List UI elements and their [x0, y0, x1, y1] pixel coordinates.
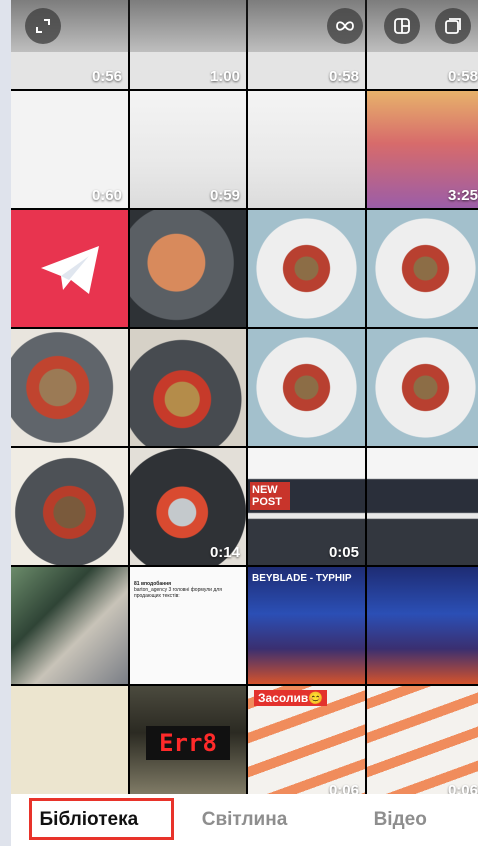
photo-fish-plate-2[interactable]: [367, 210, 478, 327]
tab-photo-label: Світлина: [201, 809, 288, 830]
multi-select-icon: [445, 18, 461, 34]
top-controls-bar: [11, 0, 478, 52]
photo-telegram[interactable]: [11, 210, 128, 327]
video-duration: 0:58: [328, 68, 359, 85]
video-homescreen[interactable]: 3:25: [367, 91, 478, 208]
telegram-icon: [41, 246, 99, 294]
video-duration: 0:14: [209, 544, 240, 561]
video-duration: 3:25: [447, 187, 478, 204]
tab-video[interactable]: Відео: [322, 794, 478, 846]
video-fish-raw[interactable]: 0:14: [130, 448, 246, 565]
media-grid: 0:56 1:00 0:58 0:58 0:60 0:59 3:25 0:14 NEW POST…: [11, 0, 478, 803]
photo-fish-tray[interactable]: [130, 329, 246, 446]
photo-fish-plate-3[interactable]: [248, 329, 365, 446]
photo-err-display[interactable]: Err8: [130, 686, 246, 803]
video-duration: 0:58: [447, 68, 478, 85]
layout-icon: [394, 18, 410, 34]
tab-library[interactable]: Бібліотека: [11, 794, 167, 846]
photo-salmon-raw[interactable]: [130, 210, 246, 327]
video-duration: 0:05: [328, 544, 359, 561]
collapse-icon: [36, 19, 50, 33]
video-duration: 0:56: [91, 68, 122, 85]
new-post-label: NEW POST: [250, 482, 290, 510]
photo-instagram-grid-2[interactable]: [367, 448, 478, 565]
photo-meme[interactable]: [11, 686, 128, 803]
video-room-1[interactable]: 0:59: [130, 91, 246, 208]
infinity-icon: [336, 21, 354, 31]
tab-video-label: Відео: [373, 809, 427, 830]
video-duration: 1:00: [209, 68, 240, 85]
photo-plate-veg[interactable]: [11, 329, 128, 446]
tab-photo[interactable]: Світлина: [167, 794, 323, 846]
video-duration: 0:60: [91, 187, 122, 204]
photo-beyblade-1[interactable]: BEYBLADE - ТУРНІР: [248, 567, 365, 684]
video-instagram-grid[interactable]: NEW POST 0:05: [248, 448, 365, 565]
insta-caption: barton_agency 3 головні формули для прод…: [134, 587, 222, 599]
photo-fish-plate-4[interactable]: [367, 329, 478, 446]
multi-select-button[interactable]: [435, 8, 471, 44]
gallery-screen: 0:56 1:00 0:58 0:58 0:60 0:59 3:25 0:14 NEW POST…: [11, 0, 478, 846]
bottom-tab-bar: Бібліотека Світлина Відео: [11, 794, 478, 846]
boomerang-button[interactable]: [327, 8, 363, 44]
layout-button[interactable]: [384, 8, 420, 44]
video-salmon-2[interactable]: 0:06: [367, 686, 478, 803]
video-duration: 0:59: [209, 187, 240, 204]
tab-library-label: Бібліотека: [39, 809, 139, 830]
photo-fish-plate-1[interactable]: [248, 210, 365, 327]
video-word-doc[interactable]: 0:60: [11, 91, 128, 208]
photo-beyblade-2[interactable]: [367, 567, 478, 684]
video-salmon-1[interactable]: Засолив😊 0:06: [248, 686, 365, 803]
photo-fish-plate-5[interactable]: [11, 448, 128, 565]
photo-mall-art[interactable]: [11, 567, 128, 684]
zasoliv-label: Засолив😊: [254, 690, 328, 706]
photo-room-2[interactable]: [248, 91, 365, 208]
photo-instagram-post[interactable]: 81 вподобання barton_agency 3 головні фор…: [130, 567, 246, 684]
err-display-text: Err8: [146, 726, 230, 760]
collapse-button[interactable]: [25, 8, 61, 44]
beyblade-title: BEYBLADE - ТУРНІР: [252, 573, 352, 584]
